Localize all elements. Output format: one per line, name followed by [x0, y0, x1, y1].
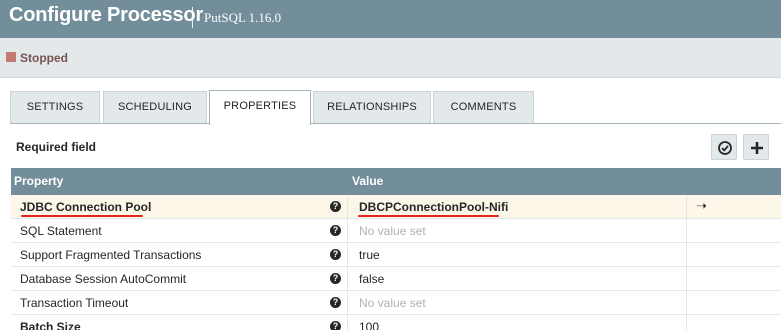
- table-row[interactable]: JDBC Connection Pool ? DBCPConnectionPoo…: [11, 195, 781, 219]
- property-value-cell[interactable]: false: [348, 267, 687, 291]
- check-circle-icon: [718, 141, 732, 155]
- property-value-cell[interactable]: 100: [348, 315, 687, 330]
- table-row[interactable]: Database Session AutoCommit ? false: [11, 267, 781, 291]
- processor-type: PutSQL 1.16.0: [204, 10, 282, 25]
- properties-table: Property Value JDBC Connection Pool ? DB…: [11, 168, 781, 330]
- property-name-cell: Transaction Timeout ?: [11, 291, 348, 315]
- tab-relationships[interactable]: RELATIONSHIPS: [313, 91, 431, 123]
- property-value-cell[interactable]: No value set: [348, 291, 687, 315]
- dialog-title: Configure Processor: [9, 4, 204, 26]
- status-bar: Stopped: [0, 38, 781, 78]
- add-property-button[interactable]: [743, 134, 769, 160]
- property-value: true: [359, 248, 380, 262]
- property-name-cell: Support Fragmented Transactions ?: [11, 243, 348, 267]
- annotation-underline: [21, 215, 143, 217]
- property-name: Batch Size: [20, 320, 81, 330]
- property-name: Database Session AutoCommit: [20, 272, 187, 286]
- property-value-cell[interactable]: No value set: [348, 219, 687, 243]
- property-value: No value set: [359, 224, 426, 238]
- property-name: JDBC Connection Pool: [20, 200, 152, 214]
- property-name-cell: Database Session AutoCommit ?: [11, 267, 348, 291]
- help-icon[interactable]: ?: [330, 201, 341, 212]
- property-name-cell: SQL Statement ?: [11, 219, 348, 243]
- help-icon[interactable]: ?: [330, 249, 341, 260]
- property-value-cell[interactable]: true: [348, 243, 687, 267]
- property-value: 100: [359, 320, 380, 330]
- tab-settings[interactable]: SETTINGS: [10, 91, 100, 123]
- property-value: false: [359, 272, 385, 286]
- property-name-cell: Batch Size ?: [11, 315, 348, 330]
- property-name: Transaction Timeout: [20, 296, 129, 310]
- property-value: DBCPConnectionPool-Nifi: [359, 200, 509, 214]
- title-separator: [192, 7, 193, 28]
- tab-scheduling[interactable]: SCHEDULING: [103, 91, 207, 123]
- required-field-label: Required field: [16, 140, 97, 154]
- column-header-property: Property: [14, 174, 64, 188]
- table-row[interactable]: Batch Size ? 100: [11, 315, 781, 330]
- table-row[interactable]: Support Fragmented Transactions ? true: [11, 243, 781, 267]
- dialog-header: Configure Processor PutSQL 1.16.0: [0, 0, 781, 38]
- column-header-value: Value: [352, 174, 384, 188]
- help-icon[interactable]: ?: [330, 225, 341, 236]
- plus-icon: [751, 142, 763, 154]
- help-icon[interactable]: ?: [330, 297, 341, 308]
- annotation-underline: [358, 215, 499, 217]
- table-row[interactable]: Transaction Timeout ? No value set: [11, 291, 781, 315]
- verify-properties-button[interactable]: [711, 134, 737, 160]
- tab-baseline: [10, 123, 781, 124]
- property-name: SQL Statement: [20, 224, 102, 238]
- property-name: Support Fragmented Transactions: [20, 248, 202, 262]
- table-row[interactable]: SQL Statement ? No value set: [11, 219, 781, 243]
- status-label: Stopped: [20, 51, 68, 65]
- stopped-icon: [6, 52, 16, 62]
- tab-comments[interactable]: COMMENTS: [433, 91, 534, 123]
- tab-properties[interactable]: PROPERTIES: [209, 90, 311, 125]
- tab-bar: SETTINGS SCHEDULING PROPERTIES RELATIONS…: [0, 78, 781, 125]
- help-icon[interactable]: ?: [330, 321, 341, 330]
- help-icon[interactable]: ?: [330, 273, 341, 284]
- arrow-right-icon[interactable]: ➝: [696, 198, 707, 214]
- table-header: Property Value: [11, 168, 781, 195]
- property-value: No value set: [359, 296, 426, 310]
